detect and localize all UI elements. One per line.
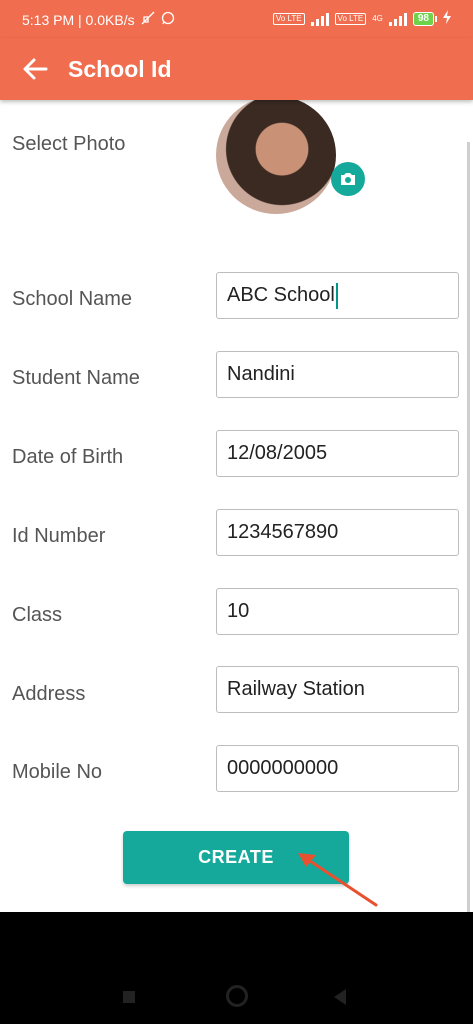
battery-level: 98 (412, 11, 434, 26)
system-nav-bar (0, 912, 473, 1024)
address-value: Railway Station (227, 678, 365, 700)
mobile-label: Mobile No (12, 761, 103, 783)
select-photo-label: Select Photo (12, 133, 126, 155)
charging-icon (443, 10, 451, 27)
profile-photo[interactable] (216, 100, 336, 214)
system-back-icon[interactable] (334, 989, 346, 1005)
class-input[interactable]: 10 (216, 588, 459, 635)
dob-input[interactable]: 12/08/2005 (216, 430, 459, 477)
school-name-value: ABC School (227, 284, 335, 306)
address-input[interactable]: Railway Station (216, 666, 459, 713)
scrollbar[interactable] (467, 142, 470, 912)
battery-icon: 98 (412, 11, 437, 26)
signal-icon-2 (388, 12, 407, 26)
create-button[interactable]: CREATE (123, 831, 349, 884)
address-label: Address (12, 683, 86, 705)
student-name-label: Student Name (12, 367, 140, 389)
id-number-value: 1234567890 (227, 521, 339, 543)
id-number-input[interactable]: 1234567890 (216, 509, 459, 556)
status-bar: 5:13 PM | 0.0KB/s Vo LTE Vo LTE 4G 98 (0, 0, 473, 38)
mobile-value: 0000000000 (227, 757, 339, 779)
home-icon[interactable] (226, 985, 248, 1007)
dob-label: Date of Birth (12, 446, 124, 468)
mobile-input[interactable]: 0000000000 (216, 745, 459, 792)
recents-icon[interactable] (123, 991, 135, 1003)
app-bar: School Id (0, 38, 473, 100)
student-name-input[interactable]: Nandini (216, 351, 459, 398)
dob-value: 12/08/2005 (227, 442, 328, 464)
network-type: 4G (372, 14, 383, 23)
back-arrow-icon[interactable] (20, 54, 50, 84)
volte-badge-1: Vo LTE (272, 12, 305, 25)
id-number-label: Id Number (12, 525, 106, 547)
form-content: Select Photo School Name ABC School Stud… (0, 100, 473, 912)
mute-icon (141, 11, 155, 28)
school-name-label: School Name (12, 288, 133, 310)
class-label: Class (12, 604, 63, 626)
school-name-input[interactable]: ABC School (216, 272, 459, 319)
class-value: 10 (227, 600, 250, 622)
student-name-value: Nandini (227, 363, 295, 385)
camera-icon[interactable] (331, 162, 365, 196)
whatsapp-icon (161, 11, 175, 28)
text-cursor (335, 282, 338, 309)
page-title: School Id (68, 56, 172, 82)
status-time-speed: 5:13 PM | 0.0KB/s (22, 11, 135, 28)
signal-icon-1 (310, 12, 329, 26)
volte-badge-2: Vo LTE (334, 12, 367, 25)
